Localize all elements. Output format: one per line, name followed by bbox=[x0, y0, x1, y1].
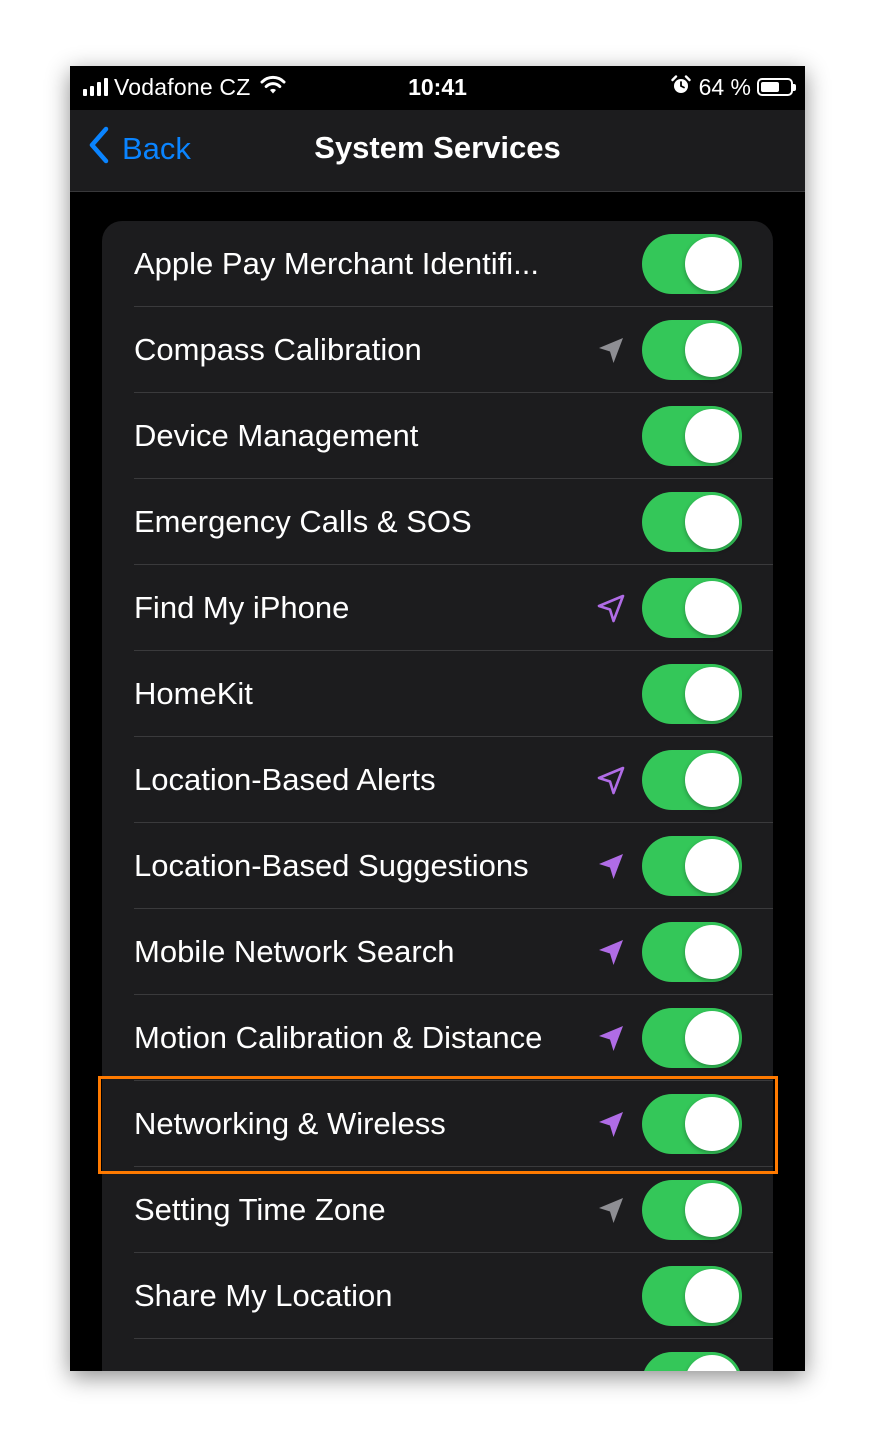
toggle-switch[interactable] bbox=[642, 320, 742, 380]
system-services-list: Apple Pay Merchant Identifi... Compass C… bbox=[102, 221, 773, 1371]
row-label: Share My Location bbox=[134, 1278, 393, 1313]
toggle-knob bbox=[685, 753, 739, 807]
toggle-switch[interactable] bbox=[642, 578, 742, 638]
row-label: Location-Based Suggestions bbox=[134, 848, 529, 883]
battery-icon bbox=[757, 78, 796, 96]
list-row[interactable]: Setting Time Zone bbox=[102, 1167, 773, 1253]
toggle-switch[interactable] bbox=[642, 664, 742, 724]
toggle-switch[interactable] bbox=[642, 922, 742, 982]
toggle-knob bbox=[685, 1269, 739, 1323]
toggle-knob bbox=[685, 1355, 739, 1371]
toggle-knob bbox=[685, 1011, 739, 1065]
list-row[interactable]: Share My Location bbox=[102, 1253, 773, 1339]
location-arrow-icon bbox=[594, 334, 628, 368]
row-label: Location-Based Alerts bbox=[134, 762, 436, 797]
toggle-switch[interactable] bbox=[642, 750, 742, 810]
battery-percent: 64 % bbox=[698, 73, 751, 100]
row-label: Mobile Network Search bbox=[134, 934, 455, 969]
toggle-knob bbox=[685, 495, 739, 549]
toggle-knob bbox=[685, 925, 739, 979]
toggle-knob bbox=[685, 1097, 739, 1151]
toggle-switch[interactable] bbox=[642, 1352, 742, 1371]
list-row[interactable]: Compass Calibration bbox=[102, 307, 773, 393]
list-row[interactable]: Emergency Calls & SOS bbox=[102, 479, 773, 565]
toggle-switch[interactable] bbox=[642, 1094, 742, 1154]
toggle-knob bbox=[685, 581, 739, 635]
row-label: Compass Calibration bbox=[134, 332, 422, 367]
row-label: Emergency Calls & SOS bbox=[134, 504, 472, 539]
toggle-switch[interactable] bbox=[642, 836, 742, 896]
toggle-knob bbox=[685, 1183, 739, 1237]
list-row[interactable]: HomeKit bbox=[102, 651, 773, 737]
toggle-switch[interactable] bbox=[642, 406, 742, 466]
row-label: Motion Calibration & Distance bbox=[134, 1020, 543, 1055]
list-row[interactable]: Find My iPhone bbox=[102, 565, 773, 651]
toggle-knob bbox=[685, 409, 739, 463]
toggle-knob bbox=[685, 323, 739, 377]
page-title: System Services bbox=[314, 130, 561, 165]
alarm-clock-icon bbox=[670, 74, 691, 101]
list-row[interactable]: Motion Calibration & Distance bbox=[102, 995, 773, 1081]
battery-level-fill bbox=[761, 82, 779, 92]
toggle-switch[interactable] bbox=[642, 1180, 742, 1240]
list-row[interactable]: Apple Pay Merchant Identifi... bbox=[102, 221, 773, 307]
location-arrow-icon bbox=[594, 1194, 628, 1228]
toggle-switch[interactable] bbox=[642, 492, 742, 552]
list-row[interactable]: Location-Based Alerts bbox=[102, 737, 773, 823]
list-row[interactable]: Location-Based Suggestions bbox=[102, 823, 773, 909]
location-arrow-icon bbox=[594, 850, 628, 884]
row-label: Find My iPhone bbox=[134, 590, 350, 625]
list-row[interactable]: Device Management bbox=[102, 393, 773, 479]
location-arrow-icon bbox=[594, 936, 628, 970]
row-label: Apple Pay Merchant Identifi... bbox=[134, 246, 539, 281]
status-bar: Vodafone CZ 10:41 64 % bbox=[70, 66, 805, 110]
row-label: Networking & Wireless bbox=[134, 1106, 446, 1141]
location-arrow-icon bbox=[594, 1022, 628, 1056]
toggle-knob bbox=[685, 667, 739, 721]
toggle-switch[interactable] bbox=[642, 1266, 742, 1326]
row-label: Device Management bbox=[134, 418, 419, 453]
list-row-networking-wireless[interactable]: Networking & Wireless bbox=[102, 1081, 773, 1167]
row-label: Setting Time Zone bbox=[134, 1192, 386, 1227]
status-right: 64 % bbox=[670, 73, 796, 101]
location-arrow-icon bbox=[594, 592, 628, 626]
list-row[interactable]: Mobile Network Search bbox=[102, 909, 773, 995]
location-arrow-icon bbox=[594, 764, 628, 798]
toggle-switch[interactable] bbox=[642, 234, 742, 294]
toggle-switch[interactable] bbox=[642, 1008, 742, 1068]
toggle-knob bbox=[685, 237, 739, 291]
navigation-bar: Back System Services bbox=[70, 110, 805, 192]
location-arrow-icon bbox=[594, 1108, 628, 1142]
toggle-knob bbox=[685, 839, 739, 893]
list-row-partial[interactable] bbox=[102, 1339, 773, 1371]
phone-screen: Vodafone CZ 10:41 64 % Back System Servi… bbox=[70, 66, 805, 1371]
row-label: HomeKit bbox=[134, 676, 253, 711]
